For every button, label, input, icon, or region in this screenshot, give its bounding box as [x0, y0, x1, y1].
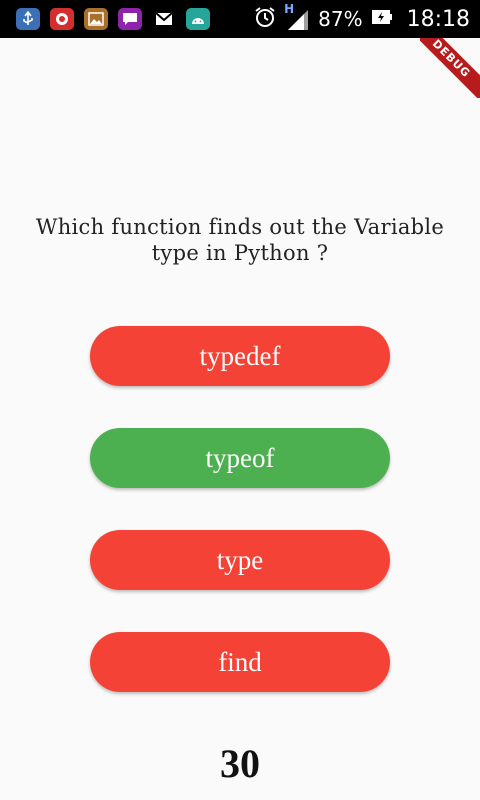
signal-icon: H — [284, 2, 310, 32]
system-status: H 87% 18:18 — [254, 2, 480, 32]
android-icon — [186, 8, 210, 30]
answer-button-typeof[interactable]: typeof — [90, 428, 390, 488]
recorder-icon — [50, 8, 74, 30]
answer-button-find[interactable]: find — [90, 632, 390, 692]
gallery-icon — [84, 8, 108, 30]
status-bar: H 87% 18:18 — [0, 0, 480, 38]
debug-ribbon-label: DEBUG — [420, 38, 480, 98]
clock: 18:18 — [406, 6, 470, 32]
battery-icon — [371, 7, 393, 31]
chat-icon — [118, 8, 142, 30]
debug-banner: DEBUG — [420, 38, 480, 98]
notification-icons — [0, 8, 210, 30]
answer-button-typedef[interactable]: typedef — [90, 326, 390, 386]
question-text: Which function finds out the Variable ty… — [35, 215, 445, 265]
answer-button-type[interactable]: type — [90, 530, 390, 590]
score-counter: 30 — [220, 741, 260, 786]
alarm-icon — [254, 6, 276, 32]
gmail-icon — [152, 8, 176, 30]
battery-percent: 87% — [318, 7, 363, 31]
usb-icon — [16, 8, 40, 30]
